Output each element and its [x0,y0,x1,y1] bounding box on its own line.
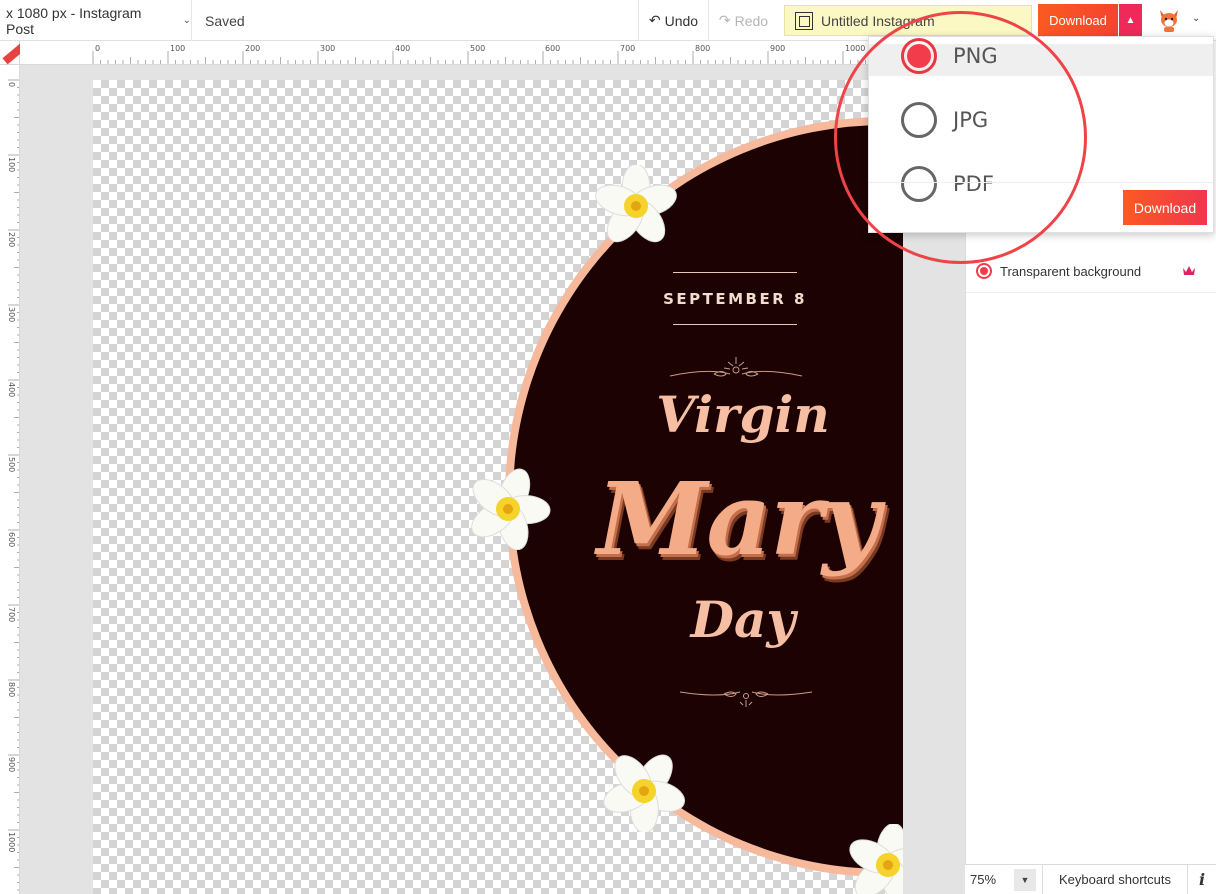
redo-label: Redo [734,12,769,29]
ruler-label: 800 [7,682,16,697]
undo-icon: ↶ [648,12,661,28]
save-status: Saved [205,12,245,29]
chevron-up-icon: ▲ [1125,14,1136,26]
ruler-label: 1000 [7,832,16,852]
chevron-down-icon: ⌄ [182,15,191,26]
undo-label: Undo [664,12,699,29]
ruler-label: 100 [7,157,16,172]
title-line-day[interactable]: Day [643,590,843,649]
ornament-top[interactable] [668,354,804,382]
divider-line-top[interactable] [673,272,797,273]
ruler-label: 600 [7,532,16,547]
ruler-label: 0 [7,82,16,87]
vertical-ruler: 0 100 200 300 400 500 600 700 800 900 1000 [0,65,20,894]
ruler-label: 300 [320,44,335,53]
template-icon [795,11,813,30]
transparent-background-option[interactable]: Transparent background [976,263,1141,279]
download-format-dropdown: PNG JPG PDF Download [868,36,1214,233]
ruler-label: 400 [395,44,410,53]
redo-button[interactable]: ↷ Redo [708,0,778,41]
format-label-pdf: PDF [953,172,994,196]
ruler-label: 900 [770,44,785,53]
ruler-label: 500 [470,44,485,53]
date-text[interactable]: SEPTEMBER 8 [655,290,815,308]
chevron-down-icon[interactable]: ⌄ [1192,13,1200,24]
format-label-png: PNG [953,44,998,68]
ruler-label: 900 [7,757,16,772]
format-option-jpg[interactable]: JPG [901,101,988,139]
title-line-mary[interactable]: Mary [573,460,903,578]
download-options-toggle[interactable]: ▲ [1119,4,1142,36]
ruler-label: 0 [95,44,100,53]
format-radio-pdf[interactable] [901,166,937,202]
ruler-label: 100 [170,44,185,53]
undo-button[interactable]: ↶ Undo [638,0,708,41]
design-canvas[interactable]: SEPTEMBER 8 Virgin Mary Day [93,80,903,894]
ruler-label: 1000 [845,44,865,53]
editor-app: x 1080 px - Instagram Post ⌄ Saved ↶ Und… [0,0,1216,894]
dropdown-divider [869,182,1213,183]
download-button[interactable]: Download [1038,4,1118,36]
ruler-label: 700 [620,44,635,53]
canvas-workspace: SEPTEMBER 8 Virgin Mary Day [20,65,965,894]
crown-icon [1183,266,1195,275]
ruler-corner [0,41,28,65]
transparent-label: Transparent background [1000,263,1142,279]
horizontal-ruler-ticks: 0 100 200 300 400 500 600 700 800 900 1000 [92,44,919,64]
design-title: Untitled Instagram [821,12,935,29]
plumeria-flower[interactable] [465,468,551,550]
plumeria-flower[interactable] [593,165,679,247]
transparent-radio[interactable] [976,263,992,279]
canvas-size-selector[interactable]: x 1080 px - Instagram Post ⌄ [0,0,192,41]
chevron-down-icon[interactable]: ▼ [1014,868,1036,891]
plumeria-flower[interactable] [601,750,687,832]
ruler-label: 400 [7,382,16,397]
zoom-selector[interactable]: 75% ▼ [965,864,1043,894]
title-line-virgin[interactable]: Virgin [633,385,853,444]
user-avatar[interactable] [1156,7,1182,33]
ruler-label: 700 [7,607,16,622]
info-icon[interactable]: i [1188,870,1216,889]
format-radio-jpg[interactable] [901,102,937,138]
ruler-label: 800 [695,44,710,53]
bottom-status-bar: 75% ▼ Keyboard shortcuts i [965,864,1216,894]
vertical-ruler-ticks: 0 100 200 300 400 500 600 700 800 900 1000 [7,79,19,891]
panel-divider [966,292,1216,293]
format-label-jpg: JPG [953,108,989,132]
ruler-label: 600 [545,44,560,53]
ruler-label: 200 [245,44,260,53]
format-option-pdf[interactable]: PDF [901,165,994,203]
canvas-size-label: x 1080 px - Instagram Post [6,4,142,37]
format-radio-png[interactable] [901,38,937,74]
divider-line-bottom[interactable] [673,324,797,325]
redo-icon: ↷ [718,12,731,28]
top-toolbar: x 1080 px - Instagram Post ⌄ Saved ↶ Und… [0,0,1216,41]
keyboard-shortcuts-button[interactable]: Keyboard shortcuts [1043,864,1188,894]
dropdown-download-button[interactable]: Download [1123,190,1207,225]
design-title-field[interactable]: Untitled Instagram [784,5,1032,36]
ornament-bottom[interactable] [678,686,814,710]
plumeria-flower[interactable] [845,824,903,894]
zoom-value: 75% [970,872,997,887]
ruler-label: 500 [7,457,16,472]
ruler-label: 200 [7,232,16,247]
horizontal-ruler: 0 100 200 300 400 500 600 700 800 900 1000 [20,41,965,65]
format-option-png[interactable]: PNG [901,37,998,75]
ruler-label: 300 [7,307,16,322]
